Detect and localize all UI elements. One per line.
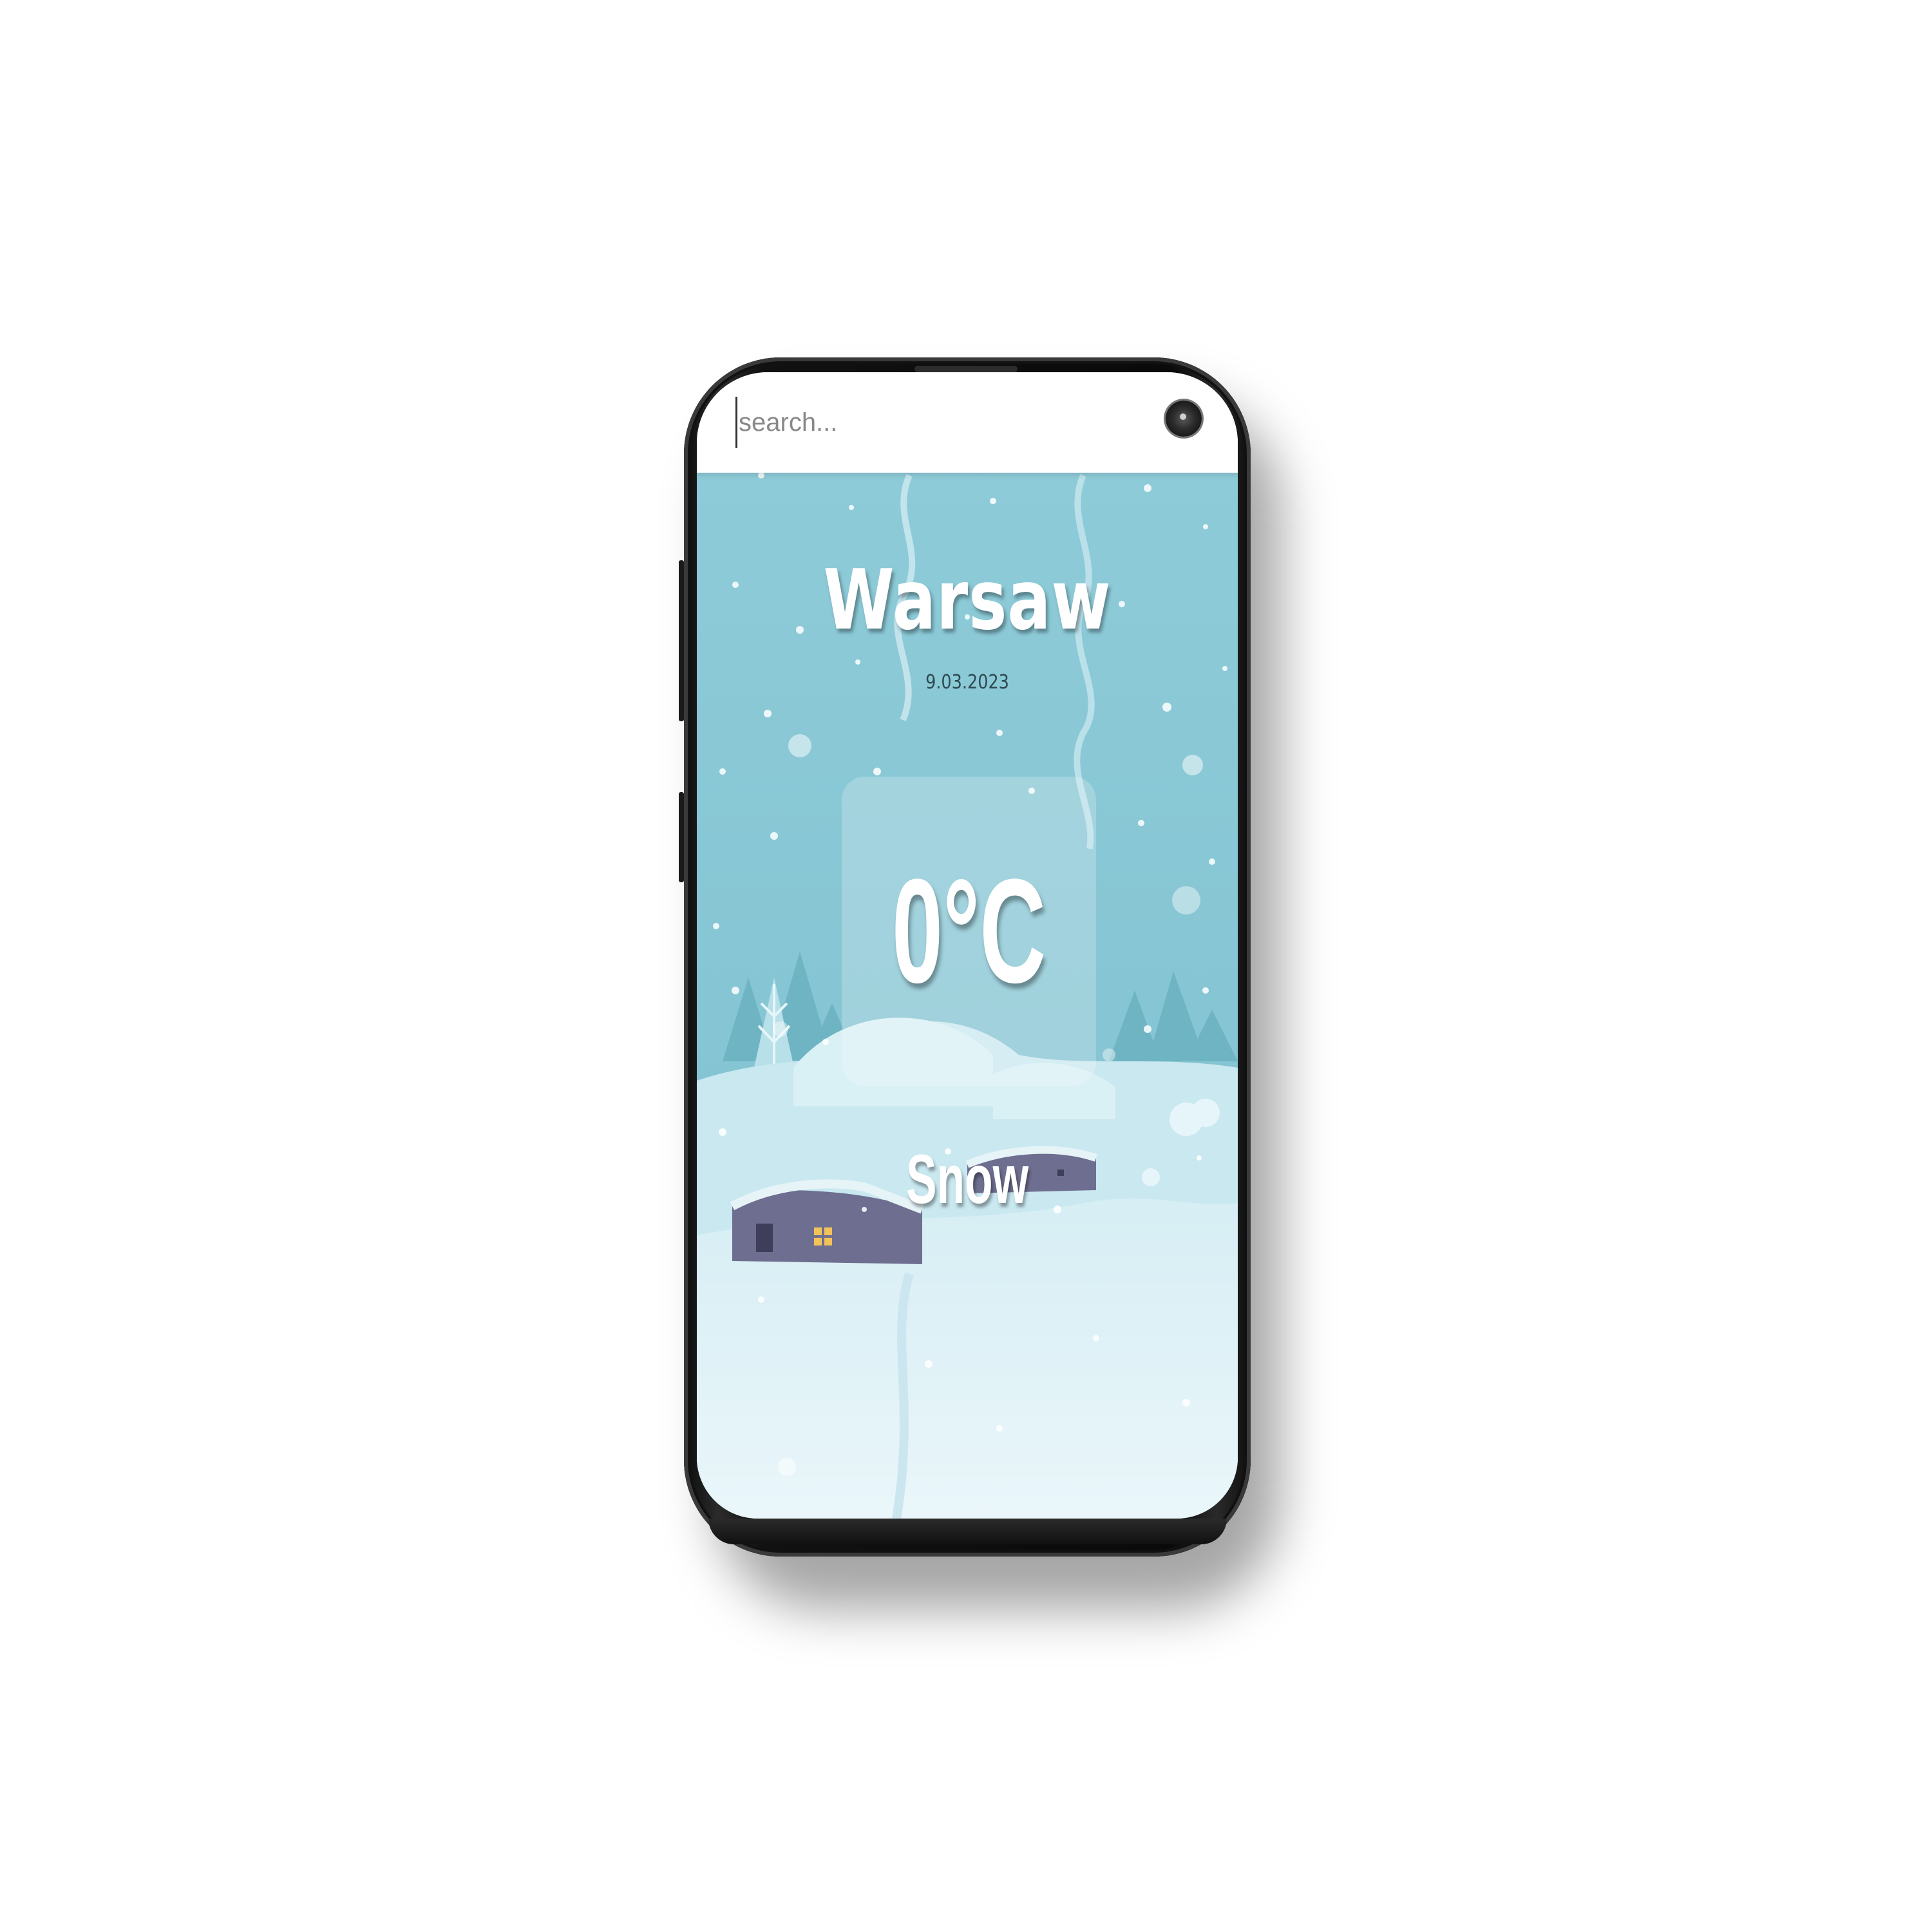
date-label: 9.03.2023 bbox=[925, 671, 1009, 694]
weather-condition: Snow bbox=[905, 1140, 1029, 1218]
side-button-volume bbox=[679, 560, 684, 721]
side-button-power bbox=[679, 792, 684, 882]
search-bar bbox=[697, 372, 1238, 473]
camera-icon bbox=[1166, 401, 1202, 437]
weather-app-screen: Warsaw 9.03.2023 0°C Snow bbox=[697, 372, 1238, 1519]
search-input[interactable] bbox=[735, 397, 1151, 448]
city-name: Warsaw bbox=[823, 553, 1112, 649]
phone-bottom-bezel bbox=[708, 1519, 1227, 1544]
temperature-value: 0°C bbox=[891, 848, 1046, 1014]
speaker-grille bbox=[914, 366, 1018, 372]
device-stage: Warsaw 9.03.2023 0°C Snow bbox=[0, 0, 1932, 1932]
temperature-card: 0°C bbox=[842, 777, 1096, 1086]
